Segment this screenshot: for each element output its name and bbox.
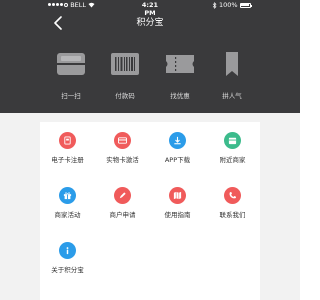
grid-item-ecard-register[interactable]: 电子卡注册 (40, 122, 95, 164)
carrier-label: BELL (70, 1, 86, 9)
grid-item-about[interactable]: 关于积分宝 (40, 232, 95, 274)
gift-icon (59, 187, 76, 204)
store-icon (224, 132, 241, 149)
quick-action-label: 付款码 (115, 92, 135, 100)
map-icon (169, 187, 186, 204)
grid-item-merchant-apply[interactable]: 商户申请 (95, 177, 150, 219)
grid-item-label: 附近商家 (219, 156, 246, 164)
battery-percent: 100% (219, 1, 238, 9)
pen-icon (114, 187, 131, 204)
service-grid: 电子卡注册 实物卡激活 APP下载 附近商家 商家活动 商户申请 使用指南 联系… (40, 122, 260, 300)
wifi-icon (88, 2, 95, 8)
grid-item-label: 联系我们 (219, 211, 246, 219)
info-icon (59, 242, 76, 259)
grid-item-label: 实物卡激活 (106, 156, 139, 164)
barcode-icon (111, 53, 139, 75)
bluetooth-icon (212, 1, 217, 9)
phone-icon (224, 187, 241, 204)
status-bar: BELL 4:21 PM 100% (0, 0, 300, 17)
card-icon (114, 132, 131, 149)
status-right: 100% (212, 1, 252, 9)
grid-item-label: 电子卡注册 (51, 156, 84, 164)
back-icon[interactable] (52, 16, 64, 30)
page-title: 积分宝 (136, 18, 164, 28)
grid-item-card-activate[interactable]: 实物卡激活 (95, 122, 150, 164)
quick-actions: 扫一扫 付款码 找优惠 拼人气 (40, 48, 260, 108)
quick-action-popularity[interactable]: 拼人气 (210, 48, 254, 108)
quick-action-label: 拼人气 (222, 92, 242, 100)
ecard-icon (59, 132, 76, 149)
grid-item-label: 商户申请 (109, 211, 136, 219)
quick-action-paycode[interactable]: 付款码 (103, 48, 147, 108)
quick-action-label: 找优惠 (170, 92, 190, 100)
download-icon (169, 132, 186, 149)
status-left: BELL (48, 1, 95, 9)
app-screen: BELL 4:21 PM 100% 积分宝 扫一扫 付款码 找优惠 拼人气 电子… (0, 0, 300, 300)
battery-icon (239, 2, 252, 8)
quick-action-coupon[interactable]: 找优惠 (158, 48, 202, 108)
grid-item-merchant-events[interactable]: 商家活动 (40, 177, 95, 219)
grid-item-app-download[interactable]: APP下载 (150, 122, 205, 164)
nav-bar: 积分宝 (0, 10, 300, 36)
grid-item-nearby-stores[interactable]: 附近商家 (205, 122, 260, 164)
coupon-icon (166, 55, 194, 73)
grid-item-label: APP下载 (164, 156, 191, 164)
bookmark-icon (226, 52, 238, 76)
scan-icon (57, 53, 85, 75)
signal-strength-icon (48, 2, 69, 8)
grid-item-label: 商家活动 (54, 211, 81, 219)
grid-item-contact-us[interactable]: 联系我们 (205, 177, 260, 219)
grid-item-label: 关于积分宝 (51, 266, 84, 274)
grid-item-label: 使用指南 (164, 211, 191, 219)
grid-item-user-guide[interactable]: 使用指南 (150, 177, 205, 219)
quick-action-scan[interactable]: 扫一扫 (49, 48, 93, 108)
quick-action-label: 扫一扫 (61, 92, 81, 100)
